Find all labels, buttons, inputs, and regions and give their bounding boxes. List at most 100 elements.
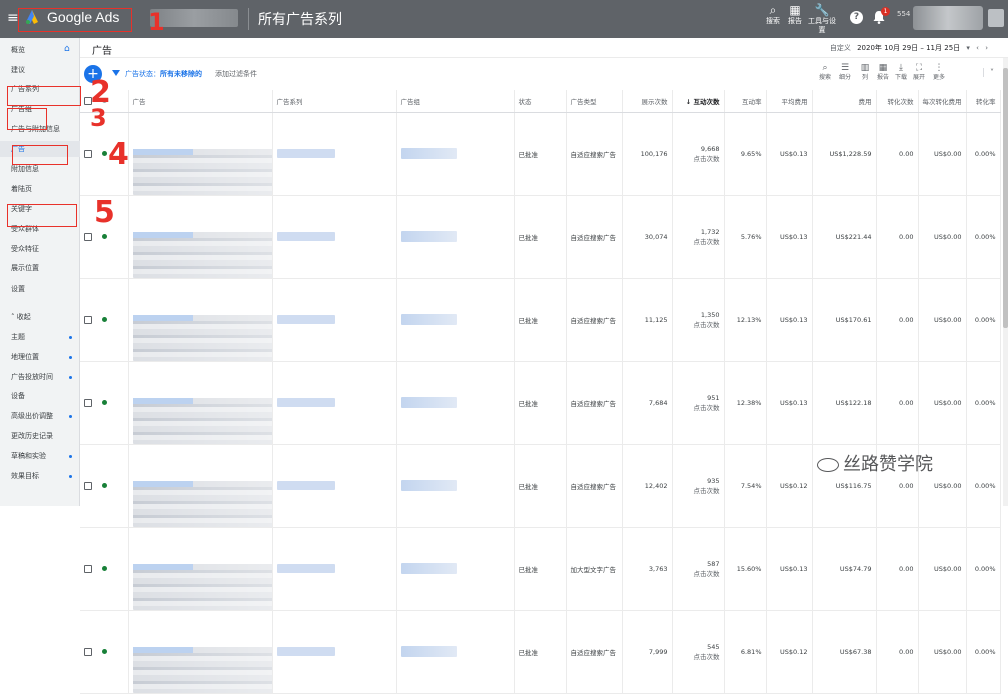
toolbar-search-button[interactable]: ⌕ 搜索 [816,62,834,82]
table-row[interactable]: 已批准 自适应搜索广告 7,999 545 点击次数 6.81% US$0.12 US$67.… [80,610,1001,694]
enabled-status-dot[interactable] [102,317,107,322]
toolbar-download-button[interactable]: ⤓ 下载 [892,62,910,82]
sidebar-item-topics[interactable]: 主题 [0,329,80,345]
topbar-reports-button[interactable]: ▦ 报告 [782,3,808,26]
campaign-name-blurred[interactable] [276,149,335,158]
vertical-scrollbar[interactable] [1003,58,1008,506]
column-header-status[interactable]: 状态 [514,90,567,113]
sidebar-item-devices[interactable]: 设备 [0,388,80,404]
campaign-cell[interactable] [272,444,397,528]
date-range-value[interactable]: 2020年 10月 29日 – 11月 25日 [857,44,960,52]
avatar[interactable] [988,9,1004,27]
date-range-dropdown-icon[interactable]: ▾ [966,44,970,52]
ad-preview-blurred[interactable] [132,397,271,443]
column-header-ad-group[interactable]: 广告组 [396,90,515,113]
ad-group-cell[interactable] [396,361,515,445]
sidebar-item-drafts-experiments[interactable]: 草稿和实验 [0,448,80,464]
ad-preview-cell[interactable] [128,112,273,196]
table-row[interactable]: 已批准 自适应搜索广告 30,074 1,732 点击次数 5.76% US$0.13 US$… [80,195,1001,279]
help-icon[interactable]: ? [850,11,863,24]
ad-preview-blurred[interactable] [132,646,271,692]
ad-group-name-blurred[interactable] [400,148,457,159]
column-header-avg-cost[interactable]: 平均费用 [766,90,813,113]
ad-preview-blurred[interactable] [132,563,271,609]
column-header-conversions[interactable]: 转化次数 [876,90,919,113]
campaign-name-blurred[interactable] [276,564,335,573]
column-header-interactions[interactable]: ↓ 互动次数 [672,90,725,113]
column-header-ad[interactable]: 广告 [128,90,273,113]
date-range-picker[interactable]: 自定义 2020年 10月 29日 – 11月 25日 ▾ ‹ › [830,43,992,53]
column-header-cost[interactable]: 费用 [812,90,877,113]
campaign-name-blurred[interactable] [276,315,335,324]
ad-preview-blurred[interactable] [132,231,271,277]
campaign-cell[interactable] [272,610,397,694]
row-checkbox[interactable] [84,232,92,241]
enabled-status-dot[interactable] [102,483,107,488]
add-filter-link[interactable]: 添加过滤条件 [215,69,257,79]
ad-preview-cell[interactable] [128,527,273,611]
campaign-cell[interactable] [272,278,397,362]
ad-group-name-blurred[interactable] [400,480,457,491]
campaign-name-blurred[interactable] [276,232,335,241]
enabled-status-dot[interactable] [102,649,107,654]
ad-preview-blurred[interactable] [132,148,271,194]
enabled-status-dot[interactable] [102,400,107,405]
sidebar-item-collapse[interactable]: ˄ 收起 [0,309,80,325]
ad-group-cell[interactable] [396,610,515,694]
topbar-tools-settings-button[interactable]: 🔧 工具与设置 [807,3,837,35]
ad-group-cell[interactable] [396,195,515,279]
table-row[interactable]: 已批准 自适应搜索广告 100,176 9,668 点击次数 9.65% US$0.13 US… [80,112,1001,196]
ad-preview-cell[interactable] [128,278,273,362]
sidebar-item-locations[interactable]: 地理位置 [0,349,80,365]
table-row[interactable]: 已批准 自适应搜索广告 11,125 1,350 点击次数 12.13% US$0.13 US… [80,278,1001,362]
ad-preview-blurred[interactable] [132,314,271,360]
customer-info-blurred[interactable] [913,6,983,30]
sidebar-item-change-history[interactable]: 更改历史记录 [0,428,80,444]
ad-group-cell[interactable] [396,112,515,196]
column-header-impressions[interactable]: 展示次数 [622,90,673,113]
column-header-campaign[interactable]: 广告系列 [272,90,397,113]
campaign-name-blurred[interactable] [276,647,335,656]
ad-preview-cell[interactable] [128,610,273,694]
column-header-conversion-rate[interactable]: 转化率 [966,90,1001,113]
sidebar-item-ad-schedule[interactable]: 广告投放时间 [0,369,80,385]
ad-group-name-blurred[interactable] [400,397,457,408]
row-checkbox[interactable] [84,564,92,573]
toolbar-expand-button[interactable]: ⛶ 展开 [910,62,928,82]
ad-group-name-blurred[interactable] [400,563,457,574]
next-period-icon[interactable]: › [985,44,988,52]
table-row[interactable]: 已批准 自适应搜索广告 7,684 951 点击次数 12.38% US$0.13 US$12… [80,361,1001,445]
campaign-name-blurred[interactable] [276,398,335,407]
ad-preview-cell[interactable] [128,444,273,528]
toolbar-columns-button[interactable]: ▥ 列 [856,62,874,82]
ad-group-cell[interactable] [396,278,515,362]
sidebar-item-advanced-bid-adj[interactable]: 高级出价调整 [0,408,80,424]
toolbar-reports-button[interactable]: ▦ 报告 [874,62,892,82]
column-header-ad-type[interactable]: 广告类型 [566,90,623,113]
ad-group-cell[interactable] [396,527,515,611]
row-checkbox[interactable] [84,647,92,656]
ad-group-name-blurred[interactable] [400,231,457,242]
row-checkbox[interactable] [84,398,92,407]
sidebar-item-settings[interactable]: 设置 [0,281,80,297]
sidebar-item-recommendations[interactable]: 建议 [0,62,80,78]
campaign-cell[interactable] [272,527,397,611]
previous-period-icon[interactable]: ‹ [976,44,979,52]
enabled-status-dot[interactable] [102,566,107,571]
row-checkbox[interactable] [84,149,92,158]
sidebar-item-placements[interactable]: 展示位置 [0,260,80,276]
sidebar-item-landing-pages[interactable]: 着陆页 [0,181,80,197]
ad-group-name-blurred[interactable] [400,646,457,657]
ad-group-cell[interactable] [396,444,515,528]
ad-group-name-blurred[interactable] [400,314,457,325]
table-row[interactable]: 已批准 加大型文字广告 3,763 587 点击次数 15.60% US$0.13 US$74… [80,527,1001,611]
toolbar-segment-button[interactable]: ☰ 细分 [836,62,854,82]
campaign-cell[interactable] [272,361,397,445]
campaign-name-blurred[interactable] [276,481,335,490]
campaign-cell[interactable] [272,195,397,279]
column-header-cost-per-conversion[interactable]: 每次转化费用 [918,90,967,113]
column-header-interaction-rate[interactable]: 互动率 [724,90,767,113]
ad-preview-cell[interactable] [128,195,273,279]
home-icon[interactable]: ⌂ [64,44,70,54]
enabled-status-dot[interactable] [102,151,107,156]
